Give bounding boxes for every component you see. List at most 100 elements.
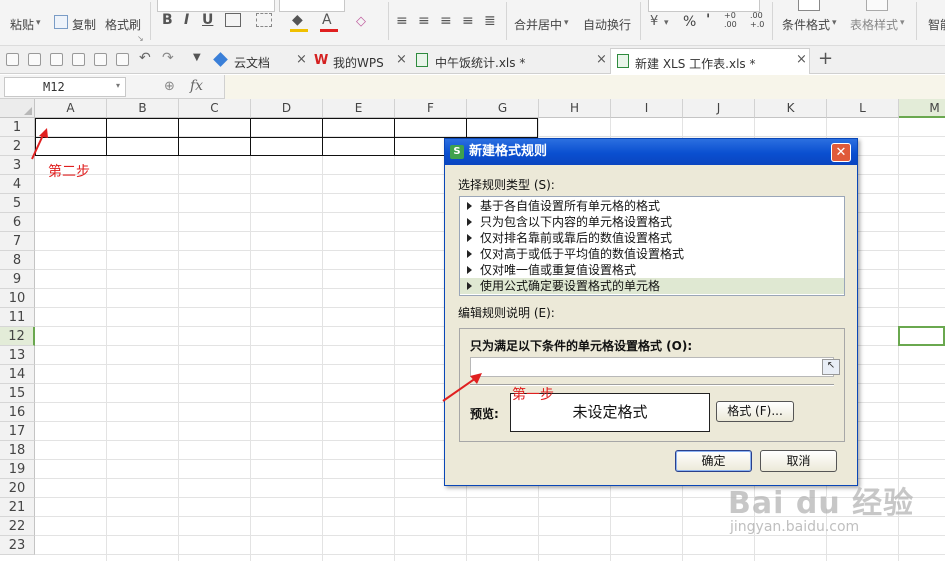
row-header-11[interactable]: 11 bbox=[0, 308, 35, 327]
distributed-icon[interactable]: ≣ bbox=[484, 13, 496, 29]
rule-type-list[interactable]: 基于各自值设置所有单元格的格式 只为包含以下内容的单元格设置格式 仅对排名靠前或… bbox=[459, 196, 845, 296]
paste-dropdown-icon[interactable]: ▾ bbox=[36, 18, 41, 28]
row-header-13[interactable]: 13 bbox=[0, 346, 35, 365]
fill-color-icon[interactable]: ◆ bbox=[292, 12, 303, 28]
quick-access-dropdown-icon[interactable]: ▼ bbox=[193, 52, 201, 63]
align-right-icon[interactable]: ≡ bbox=[440, 13, 452, 29]
align-left-icon[interactable]: ≡ bbox=[396, 13, 408, 29]
table-style-button[interactable]: 表格样式 bbox=[850, 16, 898, 33]
justify-icon[interactable]: ≡ bbox=[462, 13, 474, 29]
save-icon[interactable] bbox=[28, 53, 41, 66]
row-header-5[interactable]: 5 bbox=[0, 194, 35, 213]
selected-cell[interactable] bbox=[898, 326, 945, 346]
tab-cloud-docs[interactable]: 云文档 bbox=[210, 48, 310, 74]
row-header-4[interactable]: 4 bbox=[0, 175, 35, 194]
close-tab-icon[interactable]: × bbox=[596, 52, 607, 67]
column-header-i[interactable]: I bbox=[611, 99, 683, 118]
conditional-format-dropdown-icon[interactable]: ▾ bbox=[832, 18, 837, 28]
column-header-g[interactable]: G bbox=[467, 99, 539, 118]
row-header-6[interactable]: 6 bbox=[0, 213, 35, 232]
rule-type-item[interactable]: 仅对高于或低于平均值的数值设置格式 bbox=[460, 246, 844, 262]
smart-toolbox-button[interactable]: 智能 bbox=[928, 16, 945, 33]
bold-button[interactable]: B bbox=[162, 12, 173, 28]
merge-center-button[interactable]: 合并居中 bbox=[514, 16, 562, 33]
name-box-dropdown-icon[interactable]: ▾ bbox=[116, 81, 120, 90]
tab-new-xls[interactable]: 新建 XLS 工作表.xls * bbox=[610, 48, 810, 74]
formula-condition-input[interactable] bbox=[470, 357, 834, 377]
row-header-10[interactable]: 10 bbox=[0, 289, 35, 308]
column-header-m[interactable]: M bbox=[899, 99, 945, 118]
row-header-22[interactable]: 22 bbox=[0, 517, 35, 536]
rule-type-item[interactable]: 仅对排名靠前或靠后的数值设置格式 bbox=[460, 230, 844, 246]
rule-type-item-selected[interactable]: 使用公式确定要设置格式的单元格 bbox=[460, 278, 844, 294]
copy-button[interactable]: 复制 bbox=[72, 16, 96, 33]
new-tab-button[interactable]: + bbox=[818, 48, 833, 69]
row-header-23[interactable]: 23 bbox=[0, 536, 35, 555]
tab-my-wps[interactable]: W 我的WPS bbox=[310, 48, 410, 74]
row-header-18[interactable]: 18 bbox=[0, 441, 35, 460]
column-header-c[interactable]: C bbox=[179, 99, 251, 118]
name-box[interactable]: M12 bbox=[4, 77, 126, 97]
close-tab-icon[interactable]: × bbox=[296, 52, 307, 67]
comma-button[interactable]: ' bbox=[706, 12, 710, 28]
column-header-e[interactable]: E bbox=[323, 99, 395, 118]
find-icon[interactable] bbox=[116, 53, 129, 66]
currency-dropdown-icon[interactable]: ▾ bbox=[664, 18, 669, 28]
new-file-icon[interactable] bbox=[6, 53, 19, 66]
italic-button[interactable]: I bbox=[184, 12, 189, 28]
column-header-l[interactable]: L bbox=[827, 99, 899, 118]
close-tab-icon[interactable]: × bbox=[796, 52, 807, 67]
column-header-j[interactable]: J bbox=[683, 99, 755, 118]
select-all-corner[interactable] bbox=[0, 99, 35, 118]
row-header-16[interactable]: 16 bbox=[0, 403, 35, 422]
close-tab-icon[interactable]: × bbox=[396, 52, 407, 67]
formula-input[interactable] bbox=[224, 75, 945, 99]
table-style-dropdown-icon[interactable]: ▾ bbox=[900, 18, 905, 28]
fx-button[interactable]: fx bbox=[190, 78, 203, 94]
print-preview-icon[interactable] bbox=[94, 53, 107, 66]
rule-type-item[interactable]: 仅对唯一值或重复值设置格式 bbox=[460, 262, 844, 278]
print-icon[interactable] bbox=[72, 53, 85, 66]
format-button[interactable]: 格式 (F)... bbox=[716, 401, 794, 422]
wrap-text-button[interactable]: 自动换行 bbox=[583, 16, 631, 33]
underline-button[interactable]: U bbox=[202, 12, 213, 28]
cancel-button[interactable]: 取消 bbox=[760, 450, 837, 472]
column-header-f[interactable]: F bbox=[395, 99, 467, 118]
zoom-search-icon[interactable]: ⊕ bbox=[164, 79, 175, 94]
row-header-7[interactable]: 7 bbox=[0, 232, 35, 251]
row-header-17[interactable]: 17 bbox=[0, 422, 35, 441]
dialog-title-bar[interactable]: S 新建格式规则 ✕ bbox=[445, 139, 857, 165]
border-icon[interactable] bbox=[225, 13, 241, 27]
align-center-icon[interactable]: ≡ bbox=[418, 13, 430, 29]
row-header-15[interactable]: 15 bbox=[0, 384, 35, 403]
row-header-8[interactable]: 8 bbox=[0, 251, 35, 270]
rule-type-item[interactable]: 只为包含以下内容的单元格设置格式 bbox=[460, 214, 844, 230]
column-header-b[interactable]: B bbox=[107, 99, 179, 118]
row-header-14[interactable]: 14 bbox=[0, 365, 35, 384]
percent-button[interactable]: % bbox=[683, 14, 696, 30]
undo-icon[interactable]: ↶ bbox=[139, 50, 151, 66]
font-name-select[interactable] bbox=[157, 0, 275, 12]
row-header-21[interactable]: 21 bbox=[0, 498, 35, 517]
currency-icon[interactable]: ¥ bbox=[650, 14, 658, 29]
clear-format-icon[interactable]: ◇ bbox=[356, 14, 366, 29]
range-picker-icon[interactable]: ↖ bbox=[822, 359, 840, 375]
column-header-d[interactable]: D bbox=[251, 99, 323, 118]
row-header-12[interactable]: 12 bbox=[0, 327, 35, 346]
redo-icon[interactable]: ↷ bbox=[162, 50, 174, 66]
column-header-a[interactable]: A bbox=[35, 99, 107, 118]
increase-decimal-button[interactable]: +0 .00 bbox=[724, 11, 737, 29]
row-header-20[interactable]: 20 bbox=[0, 479, 35, 498]
close-icon[interactable]: ✕ bbox=[831, 143, 851, 162]
ok-button[interactable]: 确定 bbox=[675, 450, 752, 472]
row-header-19[interactable]: 19 bbox=[0, 460, 35, 479]
font-color-button[interactable]: A bbox=[322, 12, 332, 28]
conditional-format-button[interactable]: 条件格式 bbox=[782, 16, 830, 33]
clipboard-launcher-icon[interactable]: ↘ bbox=[137, 34, 144, 43]
row-header-9[interactable]: 9 bbox=[0, 270, 35, 289]
cell-border-style-icon[interactable] bbox=[256, 13, 272, 27]
tab-lunch-stats[interactable]: 中午饭统计.xls * bbox=[410, 48, 610, 74]
merge-dropdown-icon[interactable]: ▾ bbox=[564, 18, 569, 28]
format-painter-button[interactable]: 格式刷 bbox=[105, 16, 141, 33]
decrease-decimal-button[interactable]: .00 +.0 bbox=[750, 11, 764, 29]
